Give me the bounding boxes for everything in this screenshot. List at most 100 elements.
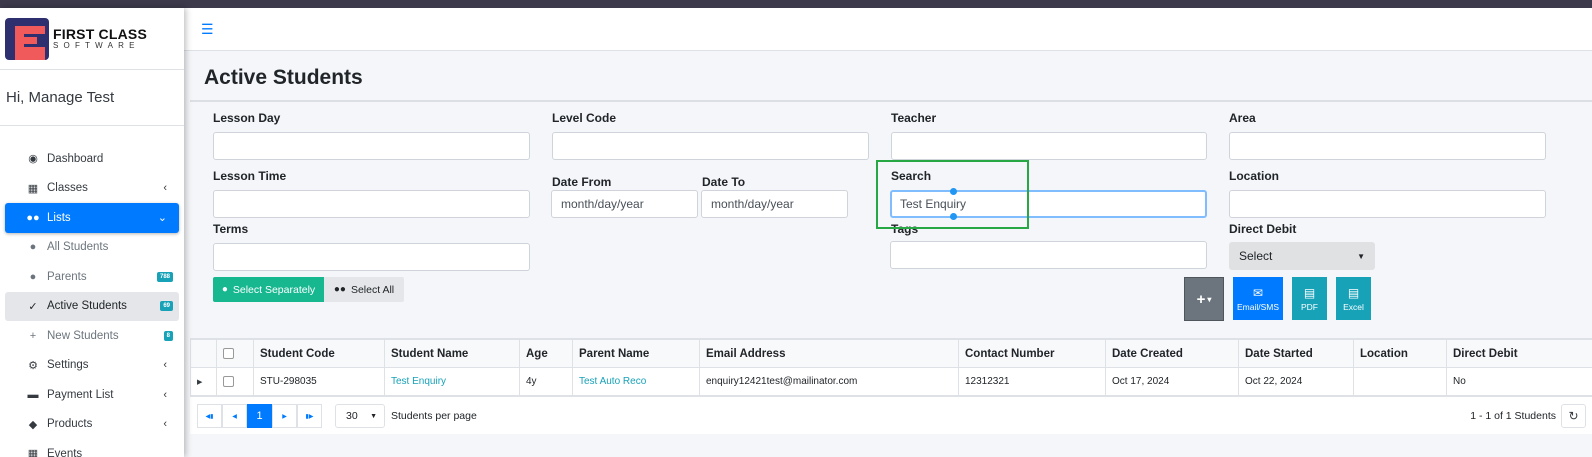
search-input[interactable] (890, 190, 1207, 218)
location-input[interactable] (1229, 190, 1546, 218)
current-page-button[interactable]: 1 (247, 404, 272, 428)
column-header-parent-name[interactable]: Parent Name (572, 339, 700, 368)
chevron-left-icon: ‹ (163, 182, 167, 195)
new-students-count-badge: 8 (163, 330, 173, 341)
column-header-date-started[interactable]: Date Started (1238, 339, 1354, 368)
teacher-label: Teacher (891, 111, 937, 125)
terms-label: Terms (213, 222, 249, 236)
column-header-contact[interactable]: Contact Number (958, 339, 1106, 368)
direct-debit-select[interactable]: Select ▼ (1229, 242, 1375, 270)
brand-subtitle: SOFTWARE (53, 41, 140, 50)
excel-button[interactable]: ▤ Excel (1336, 277, 1371, 320)
sidebar-item-label: All Students (47, 241, 109, 254)
row-expander[interactable]: ▶ (190, 367, 217, 396)
sidebar-item-all-students[interactable]: ● All Students (5, 233, 179, 263)
select-separately-button[interactable]: ● Select Separately (213, 277, 324, 302)
sidebar-item-parents[interactable]: ● Parents 788 (5, 262, 179, 292)
select-all-button[interactable]: ●● Select All (324, 277, 404, 302)
column-header-student-code[interactable]: Student Code (253, 339, 385, 368)
sidebar-item-payment-list[interactable]: ▬ Payment List ‹ (5, 380, 179, 410)
file-pdf-icon: ▤ (1303, 285, 1316, 300)
add-dropdown-button[interactable]: + ▾ (1184, 277, 1224, 321)
cell-age: 4y (519, 367, 573, 396)
search-label: Search (891, 169, 932, 183)
cell-date-created: Oct 17, 2024 (1105, 367, 1239, 396)
pdf-button[interactable]: ▤ PDF (1292, 277, 1327, 320)
cell-student-name: Test Enquiry (384, 367, 520, 396)
sidebar-item-label: Parents (47, 270, 87, 283)
level-code-input[interactable] (552, 132, 869, 160)
caret-right-icon: ▶ (197, 379, 203, 386)
next-page-button[interactable]: ▶ (272, 404, 297, 428)
cell-date-started: Oct 22, 2024 (1238, 367, 1354, 396)
terms-input[interactable] (213, 243, 530, 271)
user-greeting[interactable]: Hi, Manage Test (0, 70, 184, 126)
chevron-left-icon: ‹ (163, 359, 167, 372)
hamburger-menu-icon[interactable]: ☰ (201, 21, 214, 38)
sidebar-item-lists[interactable]: ●● Lists ⌄ (5, 203, 179, 233)
sidebar-item-events[interactable]: ▦ Events (5, 439, 179, 457)
table-row[interactable]: ▶ STU-298035 Test Enquiry 4y Test Auto R… (190, 367, 1592, 396)
date-from-input[interactable] (551, 190, 698, 218)
sidebar-item-label: New Students (47, 329, 119, 342)
sidebar-item-label: Lists (47, 211, 71, 224)
refresh-button[interactable]: ↻ (1561, 404, 1586, 428)
last-page-button[interactable]: ▮▶ (297, 404, 322, 428)
location-label: Location (1229, 169, 1279, 183)
student-name-link[interactable]: Test Enquiry (391, 376, 446, 387)
caret-down-icon: ▾ (1207, 294, 1212, 304)
active-students-count-badge: 69 (160, 301, 173, 312)
teacher-input[interactable] (891, 132, 1207, 160)
window-top-strip (0, 0, 1592, 8)
sidebar-item-classes[interactable]: ▦ Classes ‹ (5, 174, 179, 204)
sidebar-item-dashboard[interactable]: ◉ Dashboard (5, 144, 179, 174)
column-header-location[interactable]: Location (1353, 339, 1447, 368)
prev-page-button[interactable]: ◀ (222, 404, 247, 428)
sidebar-item-products[interactable]: ◆ Products ‹ (5, 410, 179, 440)
chevron-left-icon: ‹ (163, 388, 167, 401)
first-page-button[interactable]: ◀▮ (197, 404, 222, 428)
cell-student-code: STU-298035 (253, 367, 385, 396)
page-size-value: 30 (346, 410, 358, 422)
file-excel-icon: ▤ (1347, 285, 1360, 300)
sidebar-item-label: Products (47, 418, 93, 431)
area-input[interactable] (1229, 132, 1546, 160)
brand[interactable]: FIRST CLASS SOFTWARE (0, 8, 184, 70)
money-icon: ▬ (27, 388, 39, 401)
tags-input[interactable] (890, 241, 1207, 269)
top-navbar: ☰ (184, 8, 1592, 51)
select-all-checkbox[interactable] (223, 347, 234, 359)
user-check-icon: ✓ (28, 300, 38, 313)
row-checkbox[interactable] (223, 375, 234, 387)
page-size-select[interactable]: 30 ▼ (335, 404, 385, 428)
sidebar-item-settings[interactable]: ⚙ Settings ‹ (5, 351, 179, 381)
sidebar-item-label: Dashboard (47, 152, 104, 165)
date-to-input[interactable] (701, 190, 848, 218)
refresh-icon: ↻ (1568, 409, 1579, 423)
lesson-time-input[interactable] (213, 190, 530, 218)
user-plus-icon: + (29, 329, 37, 342)
cell-parent-name: Test Auto Reco (572, 367, 700, 396)
lesson-day-input[interactable] (213, 132, 530, 160)
column-header-student-name[interactable]: Student Name (384, 339, 520, 368)
column-header-email[interactable]: Email Address (699, 339, 959, 368)
chevron-left-icon: ‹ (163, 418, 167, 431)
email-sms-button[interactable]: ✉ Email/SMS (1233, 277, 1283, 320)
content-footer-area (190, 434, 1592, 457)
column-header-date-created[interactable]: Date Created (1105, 339, 1239, 368)
sidebar: FIRST CLASS SOFTWARE Hi, Manage Test ◉ D… (0, 8, 184, 457)
sidebar-item-new-students[interactable]: + New Students 8 (5, 321, 179, 351)
sidebar-item-active-students[interactable]: ✓ Active Students 69 (5, 291, 179, 321)
column-header-age[interactable]: Age (519, 339, 573, 368)
text-selection-handle-top[interactable] (950, 188, 957, 195)
chevron-down-icon: ⌄ (157, 212, 167, 225)
select-all-label: Select All (350, 283, 395, 296)
cell-direct-debit: No (1446, 367, 1592, 396)
calendar-icon: ▦ (27, 448, 39, 457)
sidebar-item-label: Events (47, 447, 83, 457)
column-header-direct-debit[interactable]: Direct Debit (1446, 339, 1592, 368)
calendar-icon: ▦ (27, 182, 39, 195)
text-selection-handle-bottom[interactable] (950, 213, 957, 220)
parent-name-link[interactable]: Test Auto Reco (579, 376, 646, 387)
caret-down-icon: ▼ (370, 412, 377, 420)
